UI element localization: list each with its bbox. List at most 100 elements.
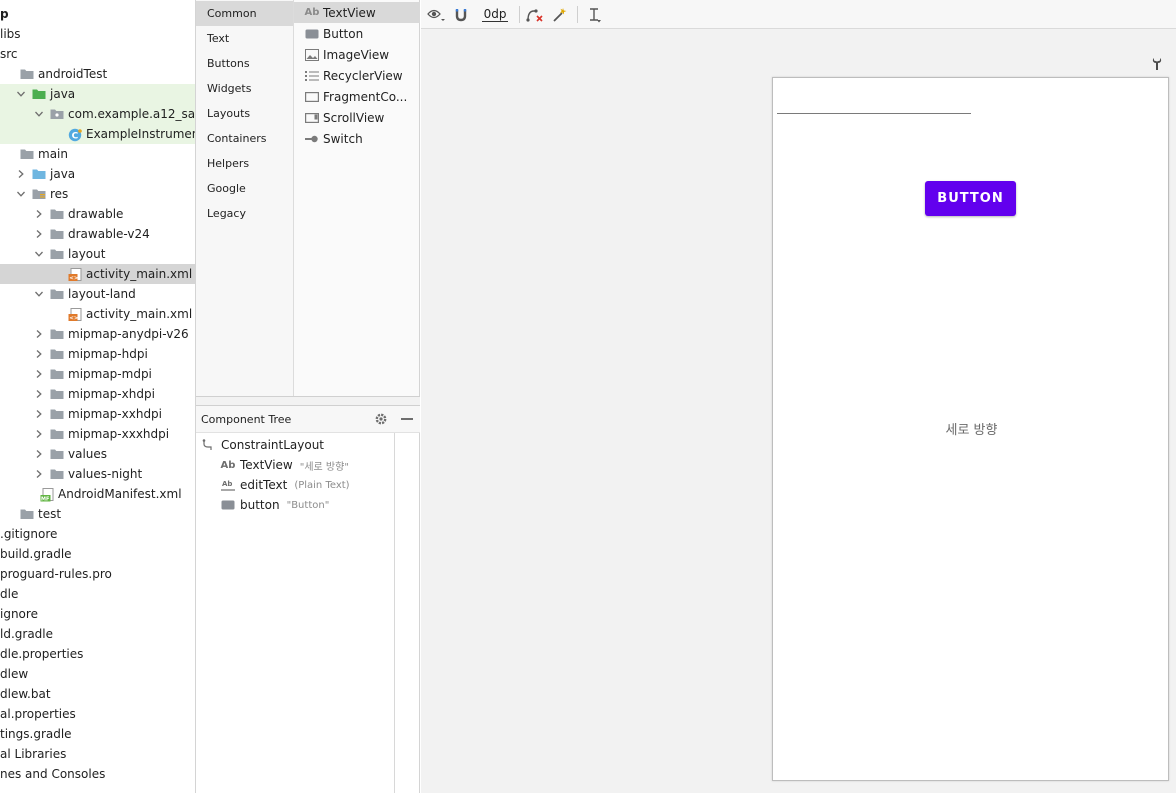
project-tree-item[interactable]: nes and Consoles bbox=[0, 764, 195, 784]
palette-item[interactable]: Button bbox=[294, 23, 420, 44]
project-tree-item[interactable]: androidTest bbox=[0, 64, 195, 84]
palette-item-label: ImageView bbox=[323, 47, 390, 62]
project-tree-item[interactable]: com.example.a12_sample bbox=[0, 104, 195, 124]
edit-text-widget[interactable] bbox=[777, 112, 971, 114]
project-tree-item[interactable]: <> activity_main.xml bbox=[0, 304, 195, 324]
canvas-textview[interactable]: 세로 방향 bbox=[773, 419, 1170, 438]
chevron-right-icon[interactable] bbox=[34, 349, 44, 359]
project-tree-label: androidTest bbox=[38, 67, 108, 81]
palette-divider[interactable] bbox=[196, 396, 420, 406]
chevron-right-icon[interactable] bbox=[34, 409, 44, 419]
gear-icon[interactable] bbox=[374, 412, 388, 426]
chevron-right-icon[interactable] bbox=[34, 429, 44, 439]
project-tree-item[interactable]: al Libraries bbox=[0, 744, 195, 764]
project-tree-item[interactable]: p bbox=[0, 4, 195, 24]
palette-category[interactable]: Buttons bbox=[196, 51, 293, 76]
palette-category[interactable]: Legacy bbox=[196, 201, 293, 226]
chevron-right-icon[interactable] bbox=[34, 449, 44, 459]
project-tree-item[interactable]: res bbox=[0, 184, 195, 204]
device-preview[interactable]: BUTTON 세로 방향 bbox=[772, 77, 1169, 781]
project-tree-item[interactable]: mipmap-xxhdpi bbox=[0, 404, 195, 424]
project-tree-item[interactable]: proguard-rules.pro bbox=[0, 564, 195, 584]
minimize-icon[interactable] bbox=[401, 418, 413, 420]
project-tree-item[interactable]: layout-land bbox=[0, 284, 195, 304]
chevron-right-icon[interactable] bbox=[34, 229, 44, 239]
eye-icon[interactable] bbox=[427, 6, 445, 23]
project-tree-item[interactable]: java bbox=[0, 164, 195, 184]
chevron-right-icon[interactable] bbox=[34, 389, 44, 399]
design-canvas[interactable]: BUTTON 세로 방향 bbox=[421, 29, 1176, 793]
clear-constraints-icon[interactable] bbox=[526, 6, 544, 23]
project-tree-item[interactable]: .gitignore bbox=[0, 524, 195, 544]
project-tree-item[interactable]: mipmap-hdpi bbox=[0, 344, 195, 364]
project-tree-item[interactable]: <> activity_main.xml bbox=[0, 264, 195, 284]
palette-category[interactable]: Containers bbox=[196, 126, 293, 151]
project-tree-item[interactable]: build.gradle bbox=[0, 544, 195, 564]
project-tree-item[interactable]: dlew bbox=[0, 664, 195, 684]
chevron-down-icon[interactable] bbox=[34, 289, 44, 299]
project-tree-item[interactable]: drawable-v24 bbox=[0, 224, 195, 244]
chevron-right-icon[interactable] bbox=[34, 329, 44, 339]
palette-item[interactable]: Switch bbox=[294, 128, 420, 149]
chevron-right-icon[interactable] bbox=[16, 169, 26, 179]
palette-category[interactable]: Google bbox=[196, 176, 293, 201]
project-tree-item[interactable]: mipmap-anydpi-v26 bbox=[0, 324, 195, 344]
project-tree-item[interactable]: values-night bbox=[0, 464, 195, 484]
folder-icon bbox=[20, 508, 34, 520]
project-tree-item[interactable]: java bbox=[0, 84, 195, 104]
project-tree-item[interactable]: drawable bbox=[0, 204, 195, 224]
project-tree-item[interactable]: al.properties bbox=[0, 704, 195, 724]
project-tree-item[interactable]: main bbox=[0, 144, 195, 164]
project-tree-item[interactable]: mipmap-xxxhdpi bbox=[0, 424, 195, 444]
wrench-icon[interactable] bbox=[1151, 57, 1163, 71]
palette-item[interactable]: FragmentCo... bbox=[294, 86, 420, 107]
magic-wand-icon[interactable] bbox=[551, 6, 569, 23]
chevron-right-icon[interactable] bbox=[34, 369, 44, 379]
project-tree-item[interactable]: src bbox=[0, 44, 195, 64]
project-tree-item[interactable]: layout bbox=[0, 244, 195, 264]
tree-node-constraintlayout[interactable]: ConstraintLayout bbox=[202, 435, 324, 455]
folder-icon bbox=[50, 468, 64, 480]
palette-category[interactable]: Widgets bbox=[196, 76, 293, 101]
palette-category[interactable]: Layouts bbox=[196, 101, 293, 126]
project-tree-item[interactable]: ignore bbox=[0, 604, 195, 624]
project-tree-label: drawable bbox=[68, 207, 124, 221]
palette-item[interactable]: RecyclerView bbox=[294, 65, 420, 86]
chevron-down-icon[interactable] bbox=[34, 249, 44, 259]
project-tree-item[interactable]: dle.properties bbox=[0, 644, 195, 664]
project-tree-item[interactable]: values bbox=[0, 444, 195, 464]
project-tree-item[interactable]: mipmap-mdpi bbox=[0, 364, 195, 384]
chevron-down-icon[interactable] bbox=[34, 109, 44, 119]
default-margin-field[interactable]: 0dp bbox=[477, 6, 513, 23]
design-toolbar: 0dp bbox=[421, 0, 1176, 29]
chevron-right-icon[interactable] bbox=[34, 209, 44, 219]
project-tree-item[interactable]: MF AndroidManifest.xml bbox=[0, 484, 195, 504]
palette-category[interactable]: Text bbox=[196, 26, 293, 51]
project-tree-item[interactable]: C ExampleInstrumentedT bbox=[0, 124, 195, 144]
chevron-right-icon[interactable] bbox=[34, 469, 44, 479]
palette-item[interactable]: Ab TextView bbox=[294, 2, 420, 23]
palette-item[interactable]: ImageView bbox=[294, 44, 420, 65]
palette-item[interactable]: ScrollView bbox=[294, 107, 420, 128]
project-tree-item[interactable]: libs bbox=[0, 24, 195, 44]
chevron-down-icon[interactable] bbox=[16, 89, 26, 99]
tree-node-edittext[interactable]: Ab editText (Plain Text) bbox=[221, 475, 350, 495]
project-tree-item[interactable]: mipmap-xhdpi bbox=[0, 384, 195, 404]
xml-file-icon: <> bbox=[68, 268, 82, 282]
tree-node-textview[interactable]: Ab TextView "세로 방향" bbox=[221, 455, 349, 475]
project-tree-item[interactable]: tings.gradle bbox=[0, 724, 195, 744]
guidelines-icon[interactable] bbox=[585, 6, 603, 23]
project-tree-item[interactable]: dle bbox=[0, 584, 195, 604]
project-tree-item[interactable]: ld.gradle bbox=[0, 624, 195, 644]
chevron-down-icon[interactable] bbox=[16, 189, 26, 199]
palette-category[interactable]: Common bbox=[196, 1, 293, 26]
project-tree-label: libs bbox=[0, 27, 21, 41]
project-tree-label: dle.properties bbox=[0, 647, 84, 661]
magnet-icon[interactable] bbox=[453, 6, 469, 23]
tree-node-button[interactable]: button "Button" bbox=[221, 495, 329, 515]
project-tree-item[interactable]: test bbox=[0, 504, 195, 524]
project-tree-label: mipmap-mdpi bbox=[68, 367, 152, 381]
project-tree-item[interactable]: dlew.bat bbox=[0, 684, 195, 704]
canvas-button[interactable]: BUTTON bbox=[925, 181, 1016, 216]
palette-category[interactable]: Helpers bbox=[196, 151, 293, 176]
